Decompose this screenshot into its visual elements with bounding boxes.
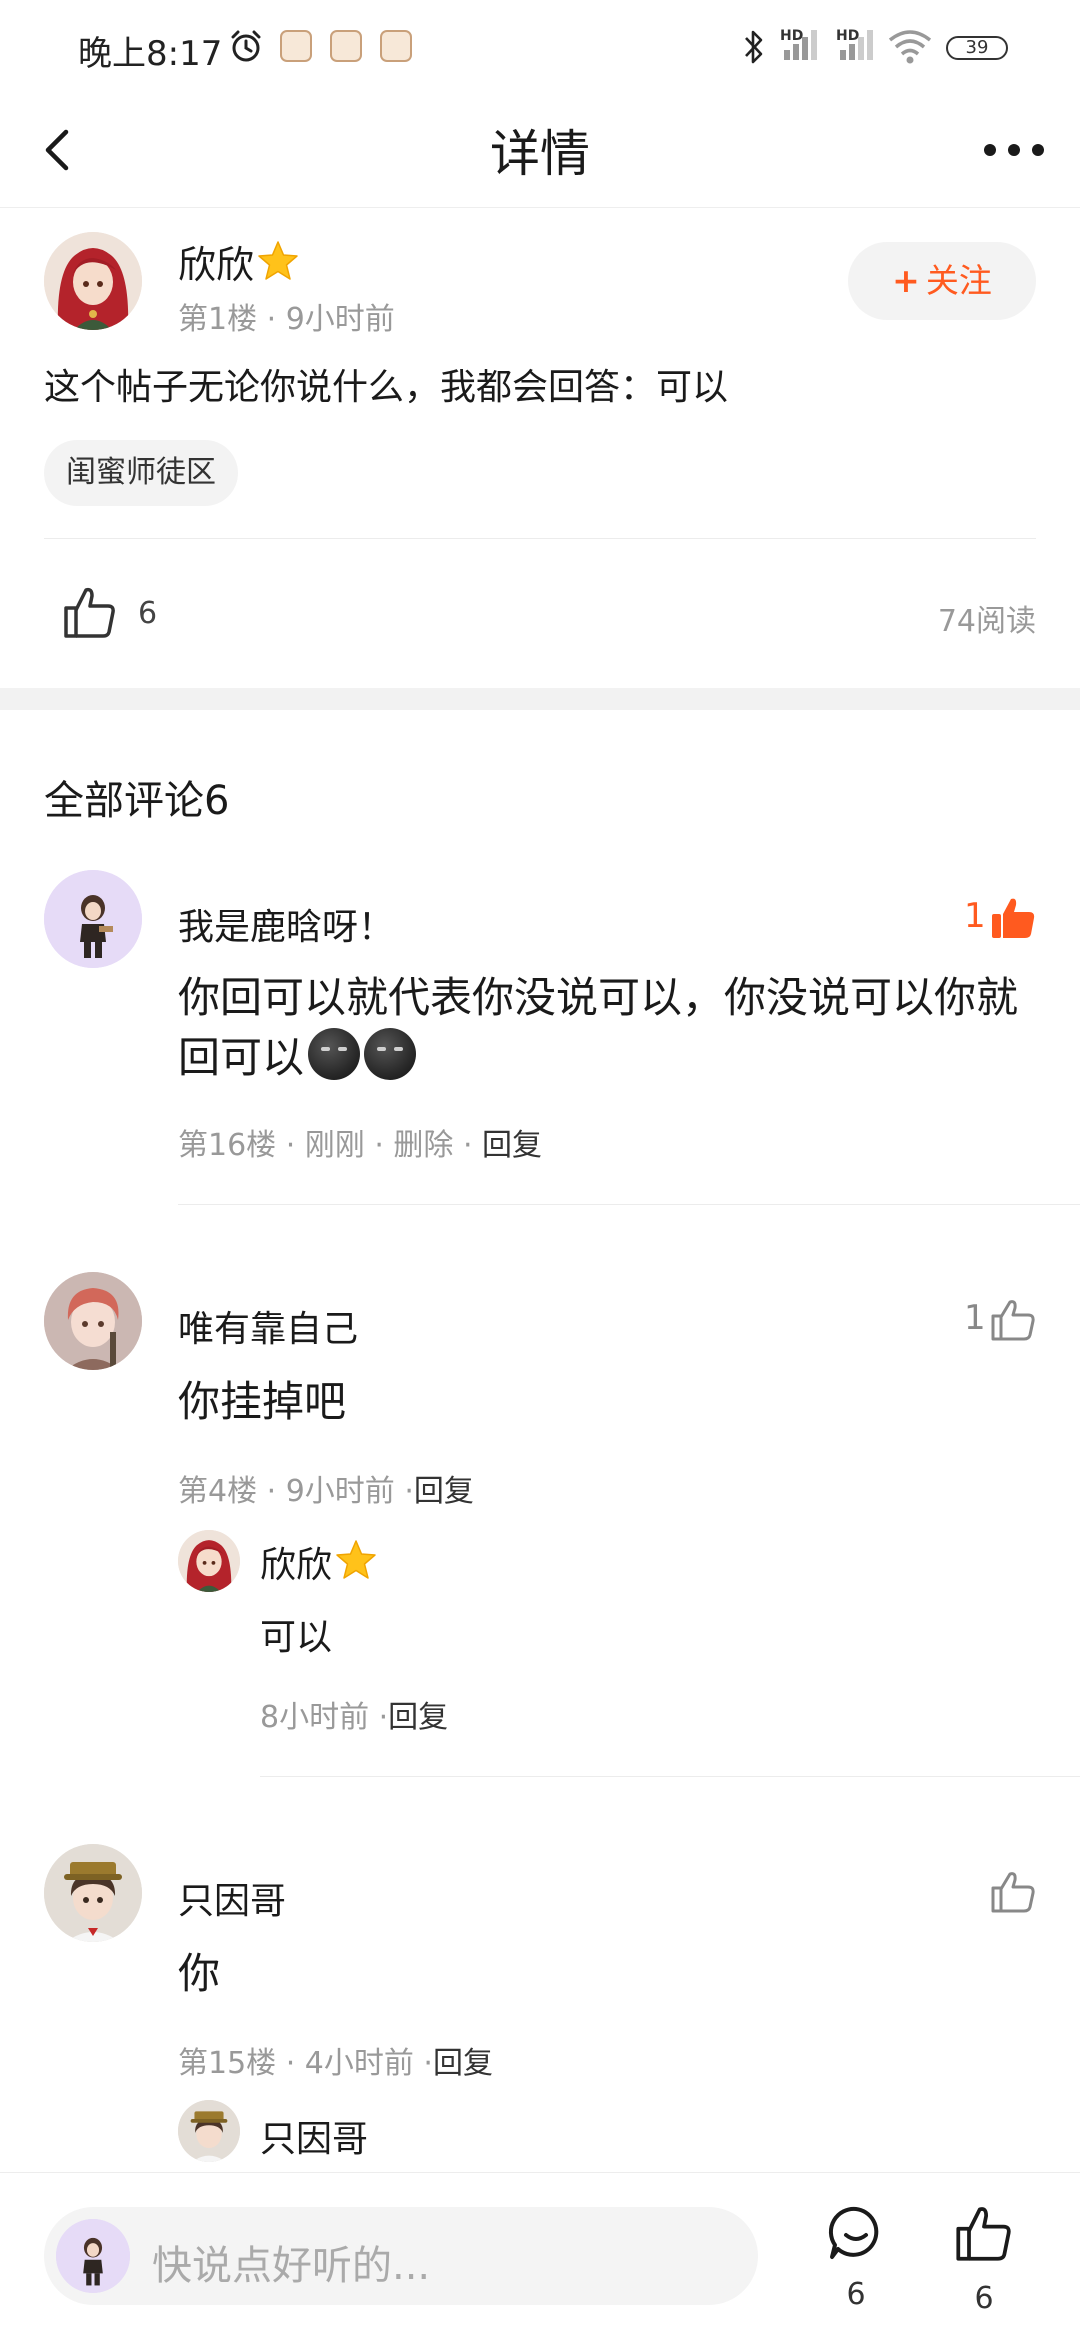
- reply-text: 可以: [260, 1617, 333, 1658]
- comment-time: 9小时前: [285, 1474, 395, 1509]
- douyin-app-icon: [280, 30, 312, 62]
- divider: [44, 538, 1036, 539]
- comment-author[interactable]: 只因哥: [178, 1872, 286, 1924]
- avatar-hat-boy-icon: [178, 2100, 240, 2162]
- app-screen: 晚上8:17 HD HD 39 详情 欣欣 第1楼 · 9小时前 + 关注 这个…: [0, 0, 1080, 2340]
- status-bar: 晚上8:17 HD HD 39: [0, 0, 1080, 96]
- dark-face-emoji-icon: [364, 1028, 417, 1080]
- reply-avatar[interactable]: [178, 1530, 240, 1592]
- comment-like-count: 1: [964, 896, 986, 936]
- comment-time: 刚刚: [304, 1128, 365, 1163]
- divider: [178, 1204, 1080, 1205]
- comment-avatar[interactable]: [44, 1272, 142, 1370]
- comment-text-content: 你回可以就代表你没说可以，你没说可以你就回可以: [178, 973, 1019, 1082]
- follow-button[interactable]: + 关注: [848, 242, 1036, 320]
- comment-avatar[interactable]: [44, 1844, 142, 1942]
- alarm-icon: [231, 30, 261, 62]
- follow-label: 关注: [925, 261, 992, 300]
- post-author-avatar[interactable]: [44, 232, 142, 330]
- avatar-chibi-figure-icon: [44, 870, 142, 968]
- post-author-name[interactable]: 欣欣: [178, 234, 300, 289]
- reply-time: 8小时前: [260, 1700, 370, 1735]
- status-time: 晚上8:17: [78, 34, 223, 74]
- comment-text: 你: [178, 1949, 221, 1998]
- reply-author[interactable]: 只因哥: [260, 2110, 368, 2162]
- notes-app-icon: [330, 30, 362, 62]
- avatar-orange-hair-boy-icon: [44, 1272, 142, 1370]
- comment-like-count: 1: [964, 1298, 986, 1338]
- page-title: 详情: [490, 125, 590, 183]
- comment-meta: 第15楼 · 4小时前 ·回复: [178, 2046, 493, 2081]
- comment-avatar[interactable]: [44, 870, 142, 968]
- post-tag[interactable]: 闺蜜师徒区: [44, 440, 238, 506]
- comment-time: 4小时前: [304, 2046, 414, 2081]
- divider: [260, 1776, 1080, 1777]
- comment-meta: 第16楼 · 刚刚 · 删除 · 回复: [178, 1128, 543, 1163]
- nav-bar: 详情: [0, 96, 1080, 208]
- reply-author[interactable]: 欣欣: [260, 1536, 378, 1588]
- avatar-hat-boy-icon: [44, 1844, 142, 1942]
- comment-input[interactable]: 快说点好听的...: [44, 2207, 758, 2305]
- bottom-action-bar: 快说点好听的... 6 6: [0, 2172, 1080, 2340]
- post-content: 这个帖子无论你说什么，我都会回答：可以: [44, 367, 729, 408]
- section-separator: [0, 688, 1080, 710]
- star-badge-icon: [258, 241, 298, 280]
- bluetooth-icon: [745, 30, 763, 64]
- current-user-avatar: [56, 2219, 130, 2293]
- post-time: 9小时前: [285, 302, 395, 337]
- dark-face-emoji-icon: [308, 1028, 361, 1080]
- reply-meta: 8小时前 ·回复: [260, 1700, 449, 1735]
- game-app-icon: [380, 30, 412, 62]
- avatar-chibi-figure-icon: [56, 2219, 130, 2293]
- like-count: 6: [974, 2281, 994, 2316]
- thumbs-up-filled-icon[interactable]: [990, 896, 1036, 940]
- comment-meta: 第4楼 · 9小时前 ·回复: [178, 1474, 474, 1509]
- star-badge-icon: [336, 1540, 376, 1579]
- reply-avatar[interactable]: [178, 2100, 240, 2162]
- thumbs-up-icon[interactable]: [954, 2203, 1014, 2263]
- reply-link[interactable]: 回复: [433, 2046, 493, 2081]
- comment-bubble-icon[interactable]: [826, 2203, 886, 2263]
- battery-indicator: 39: [946, 36, 1008, 60]
- post-meta: 第1楼 · 9小时前: [178, 302, 395, 337]
- reply-author-text: 欣欣: [260, 1545, 333, 1586]
- wifi-icon: [888, 30, 932, 64]
- comment-text: 你回可以就代表你没说可以，你没说可以你就回可以: [178, 968, 1018, 1088]
- author-name-text: 欣欣: [178, 243, 255, 287]
- comments-heading: 全部评论6: [44, 778, 230, 824]
- thumbs-up-icon[interactable]: [990, 1298, 1036, 1342]
- comment-count: 6: [846, 2277, 866, 2312]
- post-floor: 第1楼: [178, 302, 258, 337]
- comment-floor: 第15楼: [178, 2046, 277, 2081]
- plus-icon: +: [892, 261, 920, 300]
- comment-floor: 第4楼: [178, 1474, 258, 1509]
- comment-text: 你挂掉吧: [178, 1377, 347, 1426]
- post-read-count: 74阅读: [937, 604, 1036, 639]
- signal-icon-sim2: [840, 30, 873, 60]
- comment-author[interactable]: 唯有靠自己: [178, 1300, 358, 1352]
- signal-icon-sim1: [784, 30, 817, 60]
- avatar-red-hair-girl-icon: [44, 232, 142, 330]
- avatar-red-hair-girl-icon: [178, 1530, 240, 1592]
- comment-author[interactable]: 我是鹿晗呀！: [178, 898, 394, 950]
- thumbs-up-icon[interactable]: [990, 1870, 1036, 1914]
- comment-input-placeholder: 快说点好听的...: [152, 2243, 431, 2289]
- reply-link[interactable]: 回复: [414, 1474, 474, 1509]
- post-like-count: 6: [138, 596, 158, 631]
- reply-link[interactable]: 回复: [482, 1128, 542, 1163]
- more-options-icon[interactable]: [974, 118, 1054, 182]
- delete-link[interactable]: 删除: [393, 1128, 453, 1163]
- thumbs-up-icon[interactable]: [62, 584, 118, 640]
- reply-link[interactable]: 回复: [388, 1700, 448, 1735]
- comment-floor: 第16楼: [178, 1128, 277, 1163]
